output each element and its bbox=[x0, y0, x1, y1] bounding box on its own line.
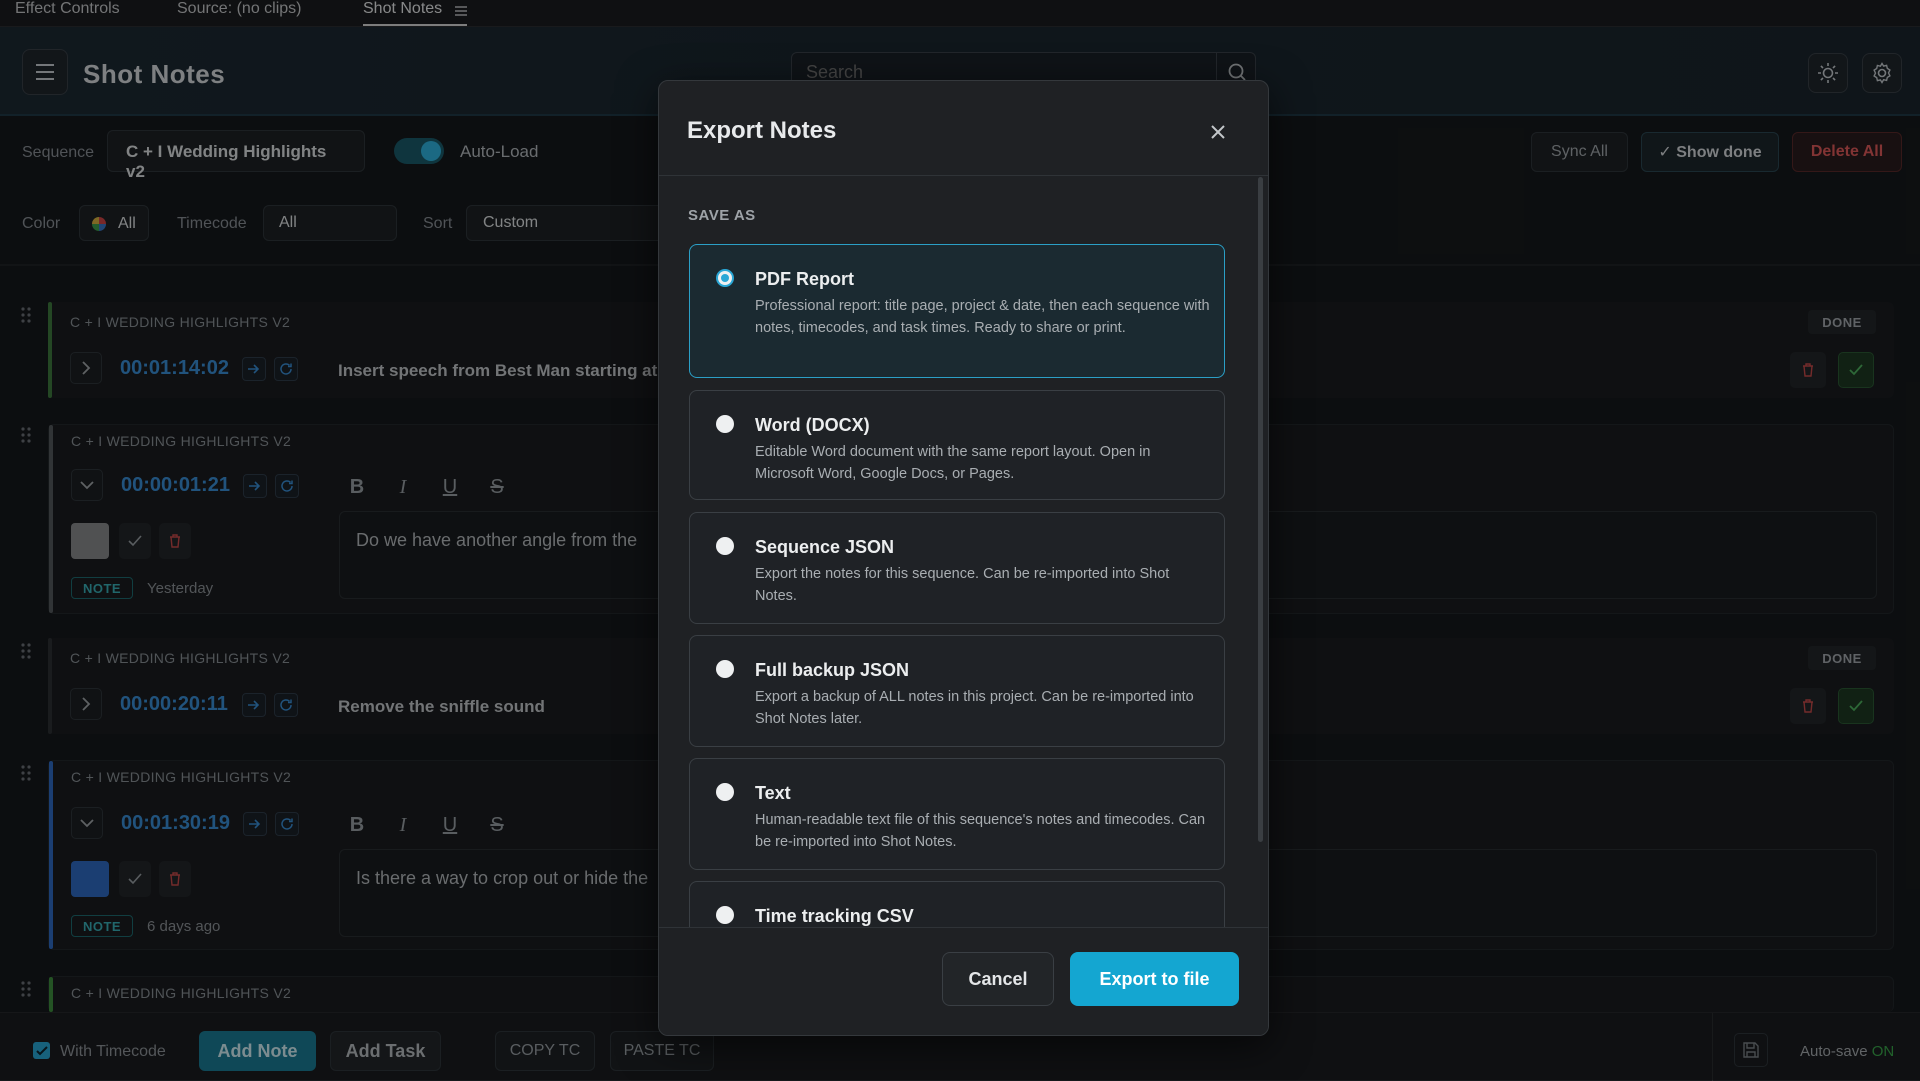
divider bbox=[659, 175, 1268, 176]
save-as-heading: SAVE AS bbox=[688, 207, 756, 224]
divider bbox=[659, 927, 1268, 928]
export-notes-dialog: Export Notes SAVE AS PDF Report Professi… bbox=[658, 80, 1269, 1036]
option-description: Human-readable text file of this sequenc… bbox=[755, 812, 1206, 850]
option-description: Editable Word document with the same rep… bbox=[755, 444, 1151, 482]
option-description: Professional report: title page, project… bbox=[755, 298, 1210, 336]
option-full-backup-json[interactable]: Full backup JSON Export a backup of ALL … bbox=[689, 635, 1225, 747]
option-title: Sequence JSON bbox=[755, 537, 895, 557]
option-title: Word (DOCX) bbox=[755, 415, 870, 435]
option-title: PDF Report bbox=[755, 269, 854, 289]
option-sequence-json[interactable]: Sequence JSON Export the notes for this … bbox=[689, 512, 1225, 624]
option-description: Export the notes for this sequence. Can … bbox=[755, 566, 1170, 604]
radio-unselected[interactable] bbox=[716, 906, 734, 924]
close-button[interactable] bbox=[1203, 117, 1233, 147]
radio-unselected[interactable] bbox=[716, 783, 734, 801]
radio-selected[interactable] bbox=[716, 269, 734, 287]
radio-unselected[interactable] bbox=[716, 660, 734, 678]
radio-unselected[interactable] bbox=[716, 537, 734, 555]
option-pdf-report[interactable]: PDF Report Professional report: title pa… bbox=[689, 244, 1225, 378]
close-icon bbox=[1211, 125, 1225, 139]
export-to-file-button[interactable]: Export to file bbox=[1070, 952, 1239, 1006]
option-text[interactable]: Text Human-readable text file of this se… bbox=[689, 758, 1225, 870]
option-title: Text bbox=[755, 783, 791, 803]
option-title: Time tracking CSV bbox=[755, 906, 914, 926]
radio-unselected[interactable] bbox=[716, 415, 734, 433]
option-description: Export a backup of ALL notes in this pro… bbox=[755, 689, 1194, 727]
option-title: Full backup JSON bbox=[755, 660, 910, 680]
dialog-title: Export Notes bbox=[687, 117, 837, 144]
option-word-docx[interactable]: Word (DOCX) Editable Word document with … bbox=[689, 390, 1225, 500]
cancel-button[interactable]: Cancel bbox=[942, 952, 1054, 1006]
dialog-scrollbar[interactable] bbox=[1258, 177, 1263, 842]
